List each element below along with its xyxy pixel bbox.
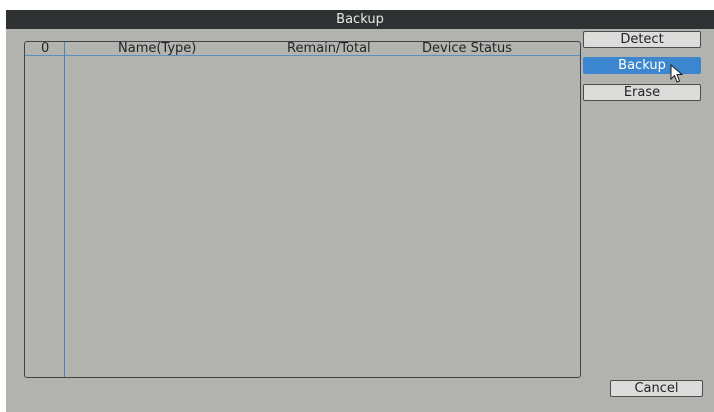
column-header-remain-total[interactable]: Remain/Total	[287, 42, 371, 55]
backup-device-table: 0 Name(Type) Remain/Total Device Status	[24, 41, 581, 378]
window-title: Backup	[6, 10, 714, 29]
column-header-index[interactable]: 0	[41, 42, 49, 55]
erase-button[interactable]: Erase	[583, 84, 701, 101]
column-divider	[64, 42, 65, 377]
column-header-name-type[interactable]: Name(Type)	[118, 42, 196, 55]
table-header: 0 Name(Type) Remain/Total Device Status	[25, 42, 580, 56]
column-header-device-status[interactable]: Device Status	[422, 42, 512, 55]
cancel-button[interactable]: Cancel	[610, 380, 703, 397]
detect-button[interactable]: Detect	[583, 31, 701, 48]
mouse-pointer-icon	[670, 64, 684, 83]
